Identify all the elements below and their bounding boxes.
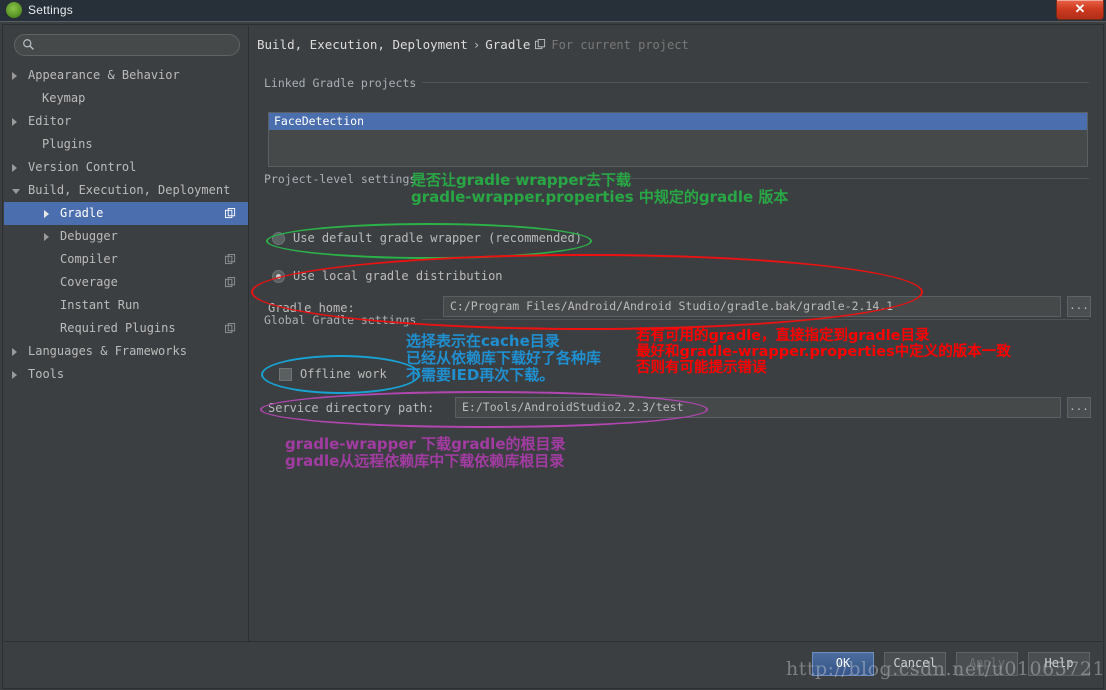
breadcrumb-root[interactable]: Build, Execution, Deployment [257, 37, 468, 52]
highlight-ellipse-service-directory [260, 391, 708, 428]
sidebar-item-label: Tools [28, 367, 65, 381]
sidebar-item-label: Compiler [60, 252, 118, 266]
sidebar-item-label: Appearance & Behavior [28, 68, 180, 82]
sidebar-item-label: Plugins [42, 137, 93, 151]
sidebar-item-required-plugins[interactable]: Required Plugins [4, 317, 248, 340]
sidebar-item-languages-frameworks[interactable]: Languages & Frameworks [4, 340, 248, 363]
group-label-linked-projects: Linked Gradle projects [264, 76, 423, 90]
sidebar-item-plugins[interactable]: Plugins [4, 133, 248, 156]
window-title-group: Settings [6, 2, 73, 18]
sidebar-item-label: Version Control [28, 160, 137, 174]
project-scope-icon [535, 39, 546, 50]
project-scope-icon [225, 208, 236, 219]
sidebar-item-label: Coverage [60, 275, 118, 289]
chevron-right-icon[interactable] [12, 348, 17, 356]
breadcrumb-separator: › [472, 37, 481, 52]
search-input[interactable] [14, 34, 240, 56]
highlight-ellipse-local-gradle [251, 254, 923, 330]
android-studio-icon [6, 2, 22, 18]
settings-tree: Appearance & Behavior Keymap Editor Plugins… [4, 64, 248, 386]
list-item[interactable]: FaceDetection [269, 113, 1087, 130]
chevron-down-icon[interactable] [12, 189, 20, 194]
annotation-green-wrapper-note: 是否让gradle wrapper去下载 gradle-wrapper.prop… [411, 171, 789, 206]
screen: Settings ✕ Appearance & Behavior Keymap Ed… [0, 0, 1106, 690]
project-scope-icon [225, 277, 236, 288]
project-scope-icon [225, 254, 236, 265]
chevron-right-icon[interactable] [44, 233, 49, 241]
chevron-right-icon[interactable] [44, 210, 49, 218]
chevron-right-icon[interactable] [12, 164, 17, 172]
sidebar-item-editor[interactable]: Editor [4, 110, 248, 133]
breadcrumb-leaf: Gradle [485, 37, 531, 52]
breadcrumb: Build, Execution, Deployment › Gradle Fo… [257, 37, 689, 52]
settings-dialog: Appearance & Behavior Keymap Editor Plugins… [0, 21, 1106, 690]
sidebar-item-version-control[interactable]: Version Control [4, 156, 248, 179]
group-label-project-level: Project-level settings [264, 172, 423, 186]
search-field-wrapper[interactable] [14, 34, 240, 56]
sidebar-item-tools[interactable]: Tools [4, 363, 248, 386]
settings-sidebar: Appearance & Behavior Keymap Editor Plugins… [4, 26, 249, 643]
sidebar-item-label: Editor [28, 114, 72, 128]
linked-projects-list[interactable]: FaceDetection [268, 112, 1088, 167]
highlight-ellipse-offline-work [261, 355, 420, 394]
sidebar-item-appearance-behavior[interactable]: Appearance & Behavior [4, 64, 248, 87]
sidebar-item-keymap[interactable]: Keymap [4, 87, 248, 110]
sidebar-item-label: Keymap [42, 91, 86, 105]
sidebar-item-debugger[interactable]: Debugger [4, 225, 248, 248]
chevron-right-icon[interactable] [12, 72, 17, 80]
project-scope-icon [225, 323, 236, 334]
sidebar-item-label: Required Plugins [60, 321, 176, 335]
window-title: Settings [28, 3, 73, 17]
sidebar-item-label: Build, Execution, Deployment [28, 183, 231, 197]
sidebar-item-label: Gradle [60, 206, 104, 220]
chevron-right-icon[interactable] [12, 118, 17, 126]
sidebar-item-label: Languages & Frameworks [28, 344, 187, 358]
close-icon[interactable]: ✕ [1056, 0, 1104, 20]
sidebar-item-instant-run[interactable]: Instant Run [4, 294, 248, 317]
annotation-red-local-gradle-note: 若有可用的gradle，直接指定到gradle目录 最好和gradle-wrap… [636, 328, 1011, 377]
gradle-home-browse-button[interactable]: ... [1067, 296, 1091, 317]
annotation-blue-offline-note: 选择表示在cache目录 已经从依赖库下载好了各种库 不需要IED再次下载。 [406, 332, 602, 384]
sidebar-item-compiler[interactable]: Compiler [4, 248, 248, 271]
service-directory-browse-button[interactable]: ... [1067, 397, 1091, 418]
window-title-bar: Settings ✕ [0, 0, 1106, 21]
sidebar-item-label: Instant Run [60, 298, 140, 312]
sidebar-item-label: Debugger [60, 229, 118, 243]
sidebar-item-gradle[interactable]: Gradle [4, 202, 248, 225]
search-icon [23, 39, 34, 50]
group-divider-linked-projects [399, 82, 1089, 83]
breadcrumb-note: For current project [551, 38, 689, 52]
dialog-inner: Appearance & Behavior Keymap Editor Plugins… [2, 24, 1104, 689]
watermark: http://blog.csdn.net/u010657219 [786, 658, 1106, 680]
gradle-settings-panel: Build, Execution, Deployment › Gradle Fo… [249, 26, 1102, 643]
annotation-purple-service-dir-note: gradle-wrapper 下载gradle的根目录 gradle从远程依赖库… [285, 435, 566, 470]
chevron-right-icon[interactable] [12, 371, 17, 379]
sidebar-item-coverage[interactable]: Coverage [4, 271, 248, 294]
sidebar-item-build-execution-deployment[interactable]: Build, Execution, Deployment [4, 179, 248, 202]
